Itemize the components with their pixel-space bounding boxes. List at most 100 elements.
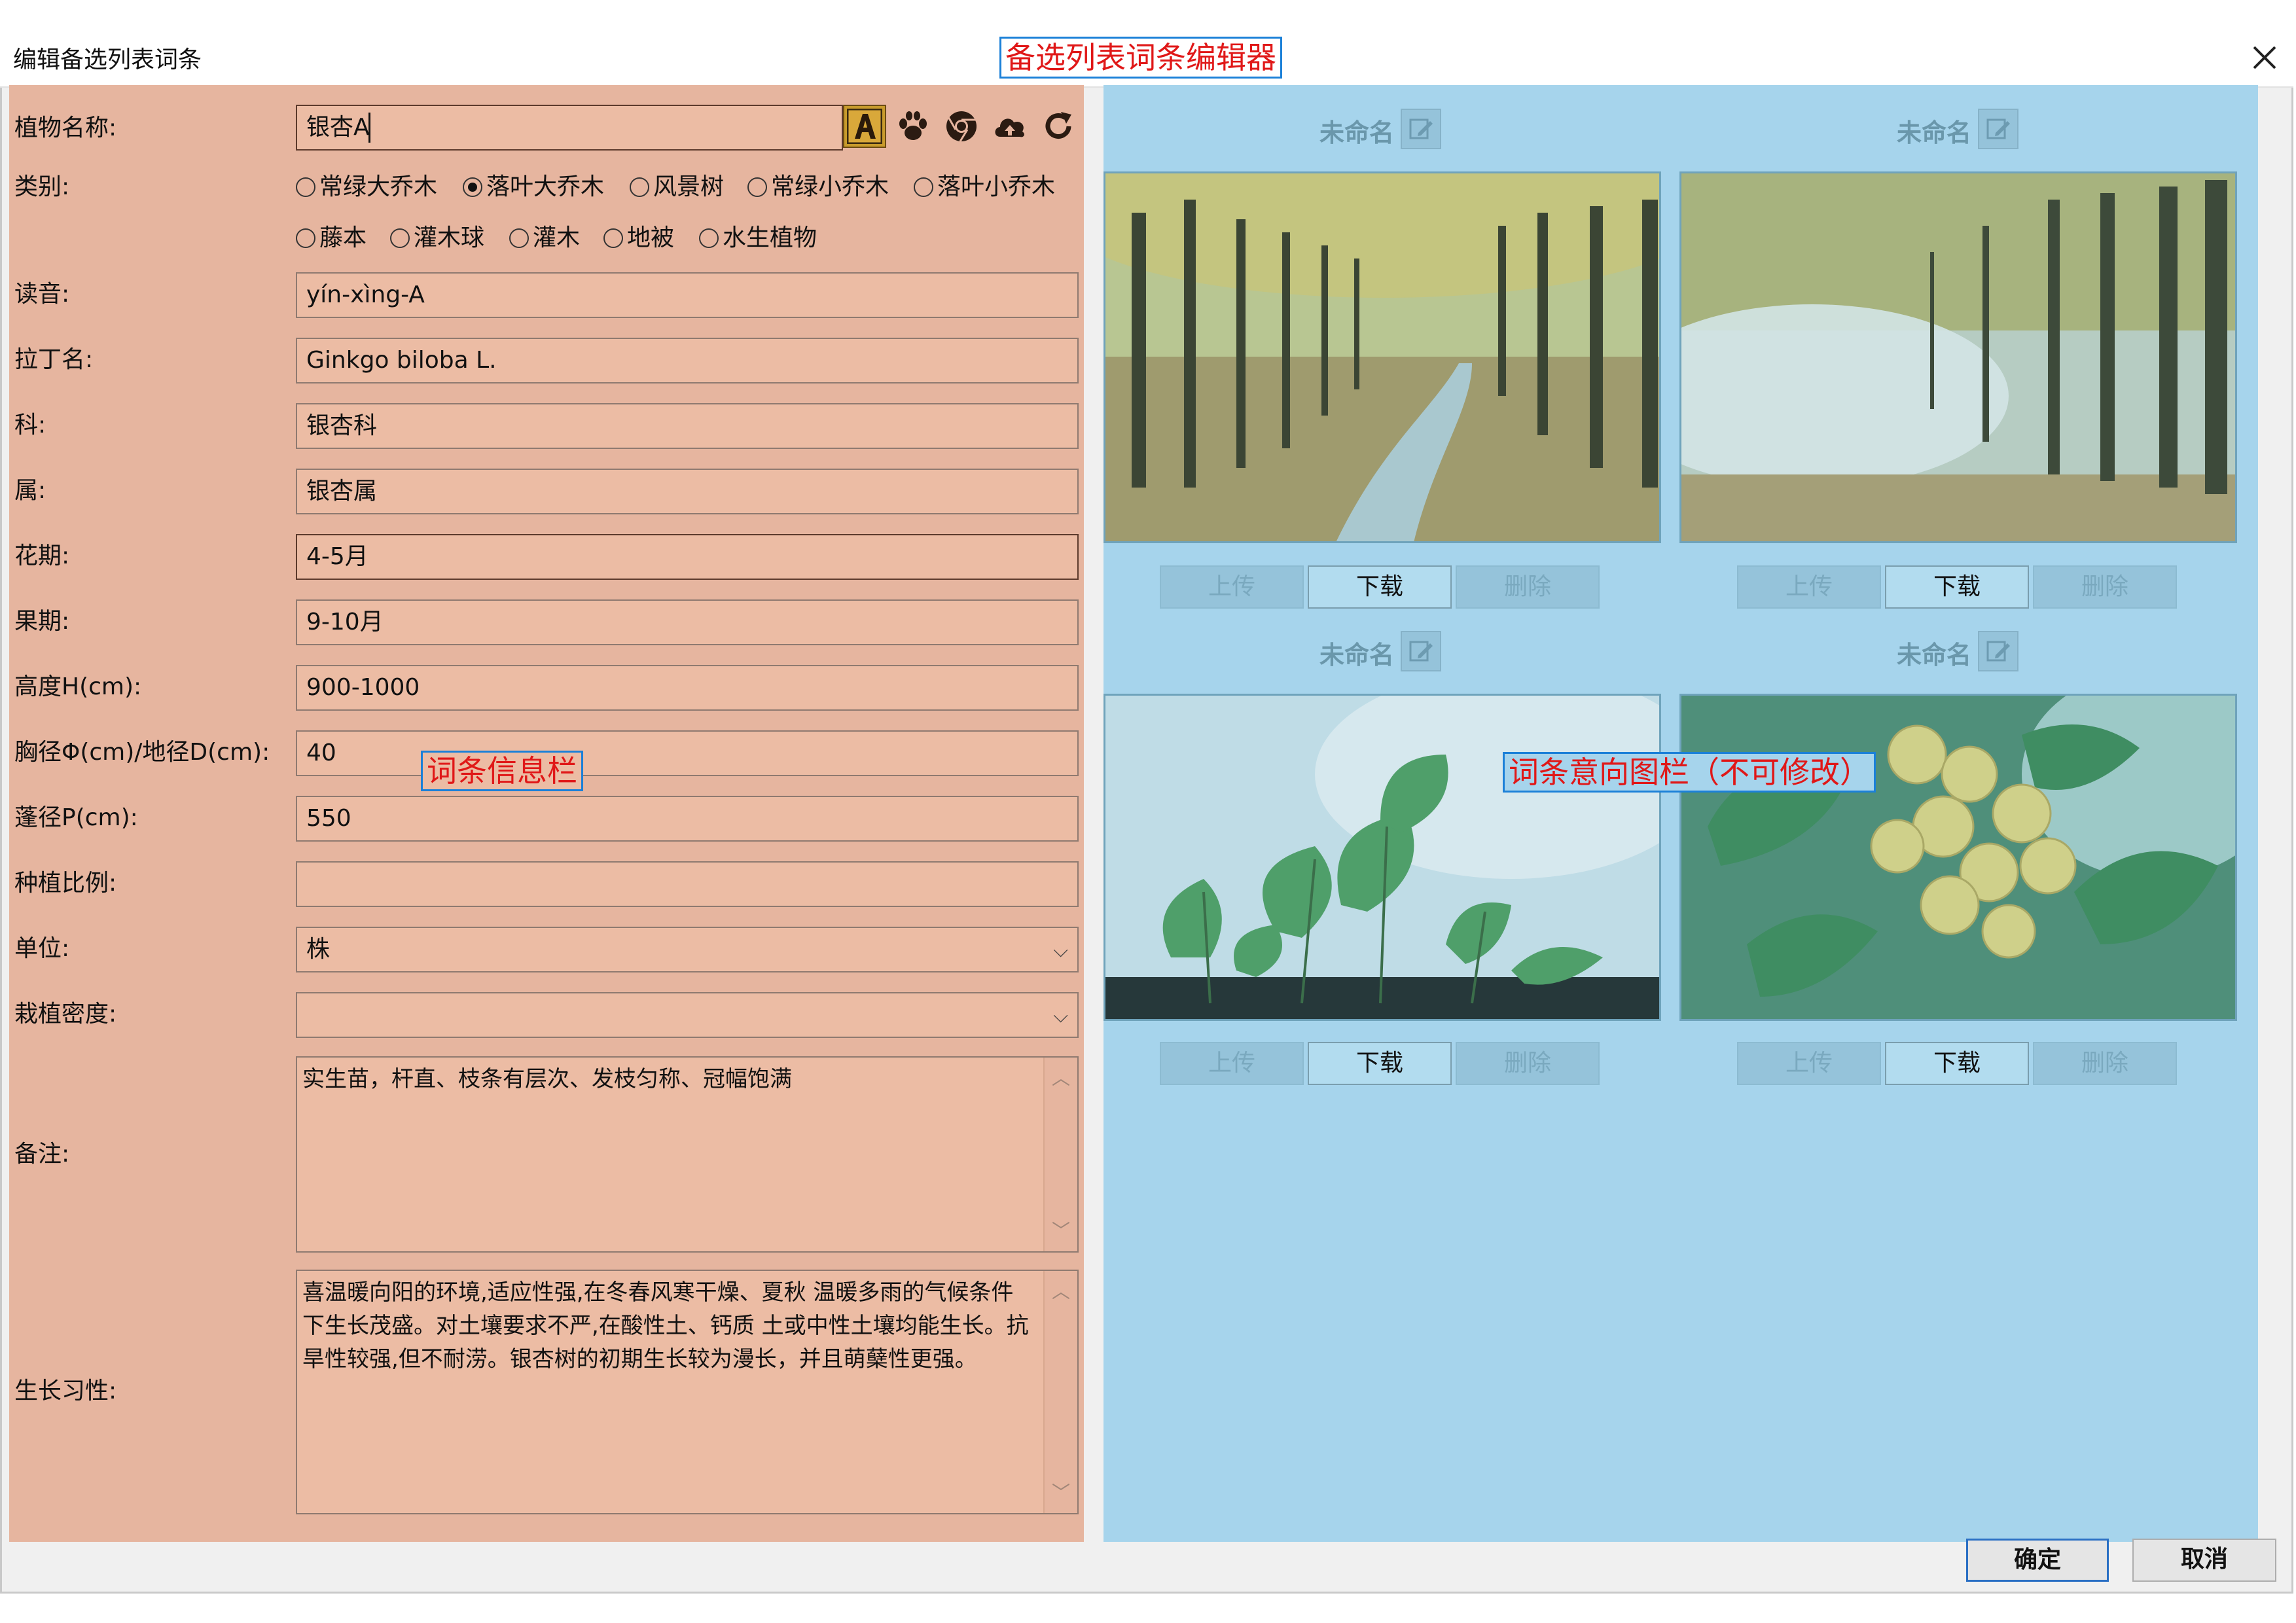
unit-select[interactable]: 株 ⌵ (296, 927, 1079, 972)
category-radio-3[interactable]: 常绿小乔木 (747, 173, 889, 202)
pinyin-input[interactable]: yín-xìng-A (296, 272, 1079, 318)
diameter-label: 胸径Φ(cm)/地径D(cm): (14, 739, 270, 766)
scroll-down-icon[interactable]: ﹀ (1045, 1214, 1077, 1247)
family-label: 科: (14, 412, 46, 438)
category-radio-2[interactable]: 风景树 (630, 173, 724, 202)
fruiting-label: 果期: (14, 608, 70, 635)
category-radio-8[interactable]: 地被 (603, 224, 674, 253)
radio-label: 落叶大乔木 (486, 173, 605, 200)
plant-name-input[interactable]: 银杏A (296, 105, 843, 151)
text-style-button[interactable] (843, 105, 886, 148)
flowering-label: 花期: (14, 543, 70, 569)
category-radio-6[interactable]: 灌木球 (390, 224, 484, 253)
category-radio-0[interactable]: 常绿大乔木 (296, 173, 437, 202)
image-1-rename-button[interactable] (1401, 109, 1441, 149)
crown-input[interactable]: 550 (296, 796, 1079, 842)
image-4-rename-button[interactable] (1978, 631, 2018, 671)
radio-label: 风景树 (653, 173, 725, 200)
category-radio-4[interactable]: 落叶小乔木 (914, 173, 1055, 202)
image-2-rename-button[interactable] (1978, 109, 2018, 149)
note-label: 备注: (14, 1141, 70, 1168)
close-button[interactable] (2238, 34, 2291, 81)
image-2-download-button[interactable]: 下载 (1885, 565, 2029, 609)
image-2-misty-grove (1679, 171, 2237, 543)
image-1-download-button[interactable]: 下载 (1308, 565, 1452, 609)
image-1-upload-button[interactable]: 上传 (1160, 565, 1304, 609)
refresh-icon (1045, 112, 1071, 139)
image-3-download-button[interactable]: 下载 (1308, 1042, 1452, 1085)
image-4-download-button[interactable]: 下载 (1885, 1042, 2029, 1085)
refresh-button[interactable] (1037, 105, 1080, 148)
pencil-icon (1409, 641, 1433, 662)
flowering-input[interactable]: 4-5月 (296, 534, 1079, 580)
radio-label: 落叶小乔木 (937, 173, 1056, 200)
chrome-icon (946, 111, 977, 142)
category-label: 类别: (14, 173, 70, 200)
growth-habit-label: 生长习性: (14, 1378, 117, 1404)
editor-annotation-label: 备选列表词条编辑器 (999, 37, 1282, 79)
browser-button[interactable] (940, 105, 983, 148)
confirm-button[interactable]: 确定 (1966, 1539, 2109, 1582)
pencil-icon (1409, 118, 1433, 139)
close-icon (2253, 46, 2276, 69)
note-textarea[interactable]: 实生苗，杆直、枝条有层次、发枝匀称、冠幅饱满 ︿ ﹀ (296, 1056, 1079, 1253)
image-4-upload-button[interactable]: 上传 (1737, 1042, 1881, 1085)
density-select[interactable]: ⌵ (296, 992, 1079, 1038)
category-radio-1[interactable]: 落叶大乔木 (463, 173, 604, 202)
scroll-down-icon[interactable]: ﹀ (1045, 1476, 1077, 1509)
category-radio-5[interactable]: 藤本 (296, 224, 367, 253)
radio-label: 灌木球 (414, 224, 485, 251)
radio-circle (296, 177, 315, 197)
plant-name-label: 植物名称: (14, 115, 117, 141)
cancel-button[interactable]: 取消 (2132, 1539, 2276, 1582)
family-input[interactable]: 银杏科 (296, 403, 1079, 449)
image-1-delete-button[interactable]: 删除 (1456, 565, 1600, 609)
info-panel-annotation: 词条信息栏 (421, 751, 583, 791)
chevron-down-icon: ⌵ (1053, 1005, 1068, 1027)
paw-button[interactable] (891, 105, 935, 148)
note-text: 实生苗，杆直、枝条有层次、发枝匀称、冠幅饱满 (302, 1066, 792, 1092)
scroll-up-icon[interactable]: ︿ (1045, 1061, 1077, 1095)
radio-label: 水生植物 (723, 224, 817, 251)
image-3-upload-button[interactable]: 上传 (1160, 1042, 1304, 1085)
image-4-delete-button[interactable]: 删除 (2033, 1042, 2177, 1085)
radio-circle-selected (463, 177, 482, 197)
chevron-down-icon: ⌵ (1053, 939, 1068, 962)
text-caret (368, 113, 370, 143)
note-scrollbar[interactable]: ︿ ﹀ (1043, 1058, 1077, 1251)
height-label: 高度H(cm): (14, 673, 142, 700)
image-3-name: 未命名 (1319, 641, 1395, 669)
planting-ratio-input[interactable] (296, 861, 1079, 907)
latin-name-input[interactable]: Ginkgo biloba L. (296, 338, 1079, 383)
image-3-delete-button[interactable]: 删除 (1456, 1042, 1600, 1085)
window-title: 编辑备选列表词条 (13, 46, 202, 73)
image-4-ginkgo-fruit (1679, 694, 2237, 1021)
category-radio-7[interactable]: 灌木 (509, 224, 580, 253)
text-a-icon (847, 109, 882, 144)
image-3-ginkgo-leaves (1103, 694, 1661, 1021)
radio-circle (747, 177, 767, 197)
image-2-upload-button[interactable]: 上传 (1737, 565, 1881, 609)
growth-habit-textarea[interactable]: 喜温暖向阳的环境,适应性强,在冬春风寒干燥、夏秋 温暖多雨的气候条件下生长茂盛。… (296, 1270, 1079, 1514)
planting-ratio-label: 种植比例: (14, 870, 117, 897)
density-label: 栽植密度: (14, 1001, 117, 1027)
diameter-input[interactable]: 40 (296, 730, 1079, 776)
image-3-rename-button[interactable] (1401, 631, 1441, 671)
fruiting-input[interactable]: 9-10月 (296, 599, 1079, 645)
image-1-ginkgo-avenue (1103, 171, 1661, 543)
radio-circle (296, 228, 315, 248)
growth-habit-scrollbar[interactable]: ︿ ﹀ (1043, 1271, 1077, 1513)
radio-label: 灌木 (533, 224, 581, 251)
genus-input[interactable]: 银杏属 (296, 469, 1079, 514)
image-4-name: 未命名 (1897, 641, 1972, 669)
radio-label: 常绿大乔木 (319, 173, 438, 200)
pencil-icon (1986, 641, 2010, 662)
scroll-up-icon[interactable]: ︿ (1045, 1275, 1077, 1308)
pencil-icon (1986, 118, 2010, 139)
unit-label: 单位: (14, 935, 70, 962)
height-input[interactable]: 900-1000 (296, 665, 1079, 711)
image-2-delete-button[interactable]: 删除 (2033, 565, 2177, 609)
cloud-upload-button[interactable] (988, 105, 1031, 148)
genus-label: 属: (14, 477, 46, 504)
category-radio-9[interactable]: 水生植物 (699, 224, 817, 253)
